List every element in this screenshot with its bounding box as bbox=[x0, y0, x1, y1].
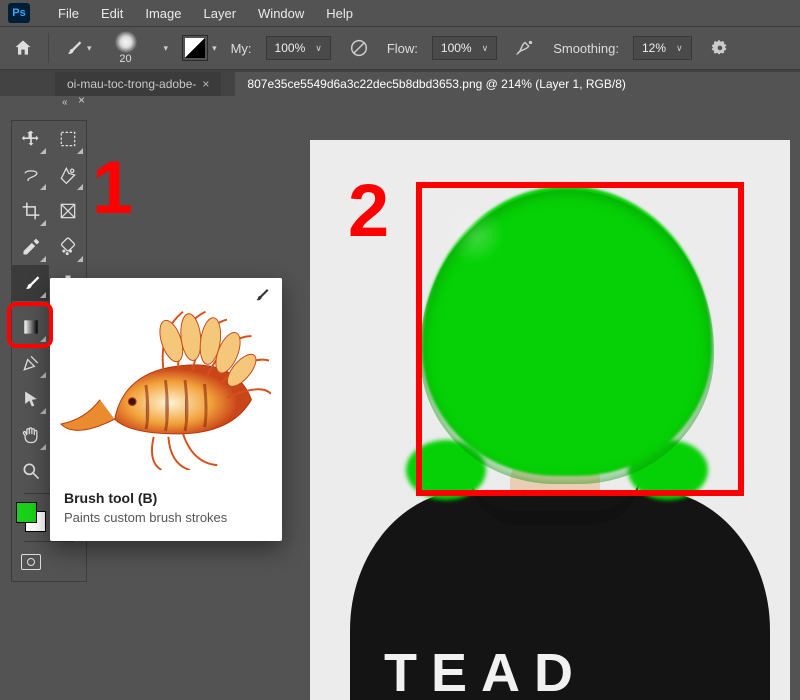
lionfish-illustration bbox=[56, 300, 271, 470]
airbrush-icon[interactable] bbox=[511, 35, 539, 61]
flow-value[interactable]: 100% ∨ bbox=[432, 36, 497, 60]
brush-size-preview[interactable]: 20 bbox=[106, 31, 146, 65]
options-bar: ▾ 20 ▾ ▾ My: 100% ∨ Flow: 100% ∨ Smoothi… bbox=[0, 26, 800, 70]
menu-layer[interactable]: Layer bbox=[204, 6, 237, 21]
mask-icon bbox=[21, 554, 41, 570]
opacity-label: My: bbox=[231, 41, 252, 56]
tooltip-title: Brush tool (B) bbox=[64, 490, 268, 506]
pressure-opacity-icon[interactable] bbox=[345, 35, 373, 61]
menu-image[interactable]: Image bbox=[145, 6, 181, 21]
home-button[interactable] bbox=[12, 33, 34, 63]
opacity-text: 100% bbox=[275, 41, 306, 55]
menu-edit[interactable]: Edit bbox=[101, 6, 123, 21]
lasso-tool[interactable] bbox=[12, 157, 49, 193]
smoothing-text: 12% bbox=[642, 41, 666, 55]
brush-size-value: 20 bbox=[119, 53, 131, 65]
smoothing-label: Smoothing: bbox=[553, 41, 619, 56]
tab-label: 807e35ce5549d6a3c22dec5b8dbd3653.png @ 2… bbox=[247, 77, 625, 91]
chevron-down-icon: ∨ bbox=[315, 43, 322, 54]
main-menu: File Edit Image Layer Window Help bbox=[58, 6, 353, 21]
hand-tool[interactable] bbox=[12, 417, 49, 453]
tooltip-preview bbox=[50, 278, 282, 478]
shirt-text: TEAD bbox=[384, 642, 587, 700]
frame-tool[interactable] bbox=[49, 193, 86, 229]
menu-window[interactable]: Window bbox=[258, 6, 304, 21]
color-wells[interactable] bbox=[12, 497, 49, 537]
tab-active[interactable]: 807e35ce5549d6a3c22dec5b8dbd3653.png @ 2… bbox=[235, 72, 800, 96]
flow-text: 100% bbox=[441, 41, 472, 55]
path-select-tool[interactable] bbox=[12, 381, 49, 417]
tooltip-desc: Paints custom brush strokes bbox=[64, 510, 268, 525]
brush-dot-icon bbox=[115, 31, 137, 53]
eyedropper-tool[interactable] bbox=[12, 229, 49, 265]
foreground-color-well[interactable] bbox=[16, 502, 37, 523]
annotation-2-rect bbox=[416, 182, 744, 496]
chevron-down-icon[interactable]: ▾ bbox=[164, 43, 169, 54]
tab-label: oi-mau-toc-trong-adobe- bbox=[67, 77, 196, 91]
annotation-2-number: 2 bbox=[348, 168, 389, 253]
crop-tool[interactable] bbox=[12, 193, 49, 229]
divider bbox=[48, 33, 49, 63]
tab-modified-star: « bbox=[62, 97, 68, 108]
document-tabs: oi-mau-toc-trong-adobe- × 807e35ce5549d6… bbox=[0, 70, 800, 96]
brush-settings-gear-icon[interactable] bbox=[706, 35, 734, 61]
tab-inactive[interactable]: oi-mau-toc-trong-adobe- × bbox=[55, 72, 221, 96]
pen-tool[interactable] bbox=[12, 345, 49, 381]
close-icon[interactable]: × bbox=[202, 77, 209, 91]
opacity-value[interactable]: 100% ∨ bbox=[266, 36, 331, 60]
quick-mask-button[interactable] bbox=[12, 545, 49, 579]
chevron-down-icon: ∨ bbox=[482, 43, 489, 54]
move-tool[interactable] bbox=[12, 121, 49, 157]
flow-label: Flow: bbox=[387, 41, 418, 56]
healing-tool[interactable] bbox=[49, 229, 86, 265]
brush-tooltip: Brush tool (B) Paints custom brush strok… bbox=[50, 278, 282, 541]
current-tool-icon[interactable]: ▾ bbox=[63, 33, 92, 63]
blend-swatch[interactable]: ▾ bbox=[182, 33, 217, 63]
chevron-down-icon: ▾ bbox=[212, 43, 217, 54]
menu-help[interactable]: Help bbox=[326, 6, 353, 21]
chevron-down-icon: ▾ bbox=[87, 43, 92, 54]
swatch-icon bbox=[182, 35, 208, 61]
marquee-tool[interactable] bbox=[49, 121, 86, 157]
smoothing-value[interactable]: 12% ∨ bbox=[633, 36, 692, 60]
annotation-1-number: 1 bbox=[92, 145, 133, 230]
gradient-tool[interactable] bbox=[12, 309, 49, 345]
chevron-down-icon: ∨ bbox=[676, 43, 683, 54]
zoom-tool[interactable] bbox=[12, 453, 49, 489]
quick-select-tool[interactable] bbox=[49, 157, 86, 193]
menu-file[interactable]: File bbox=[58, 6, 79, 21]
title-bar: Ps File Edit Image Layer Window Help bbox=[0, 0, 800, 26]
app-badge: Ps bbox=[8, 3, 30, 23]
brush-tool[interactable] bbox=[12, 265, 49, 301]
